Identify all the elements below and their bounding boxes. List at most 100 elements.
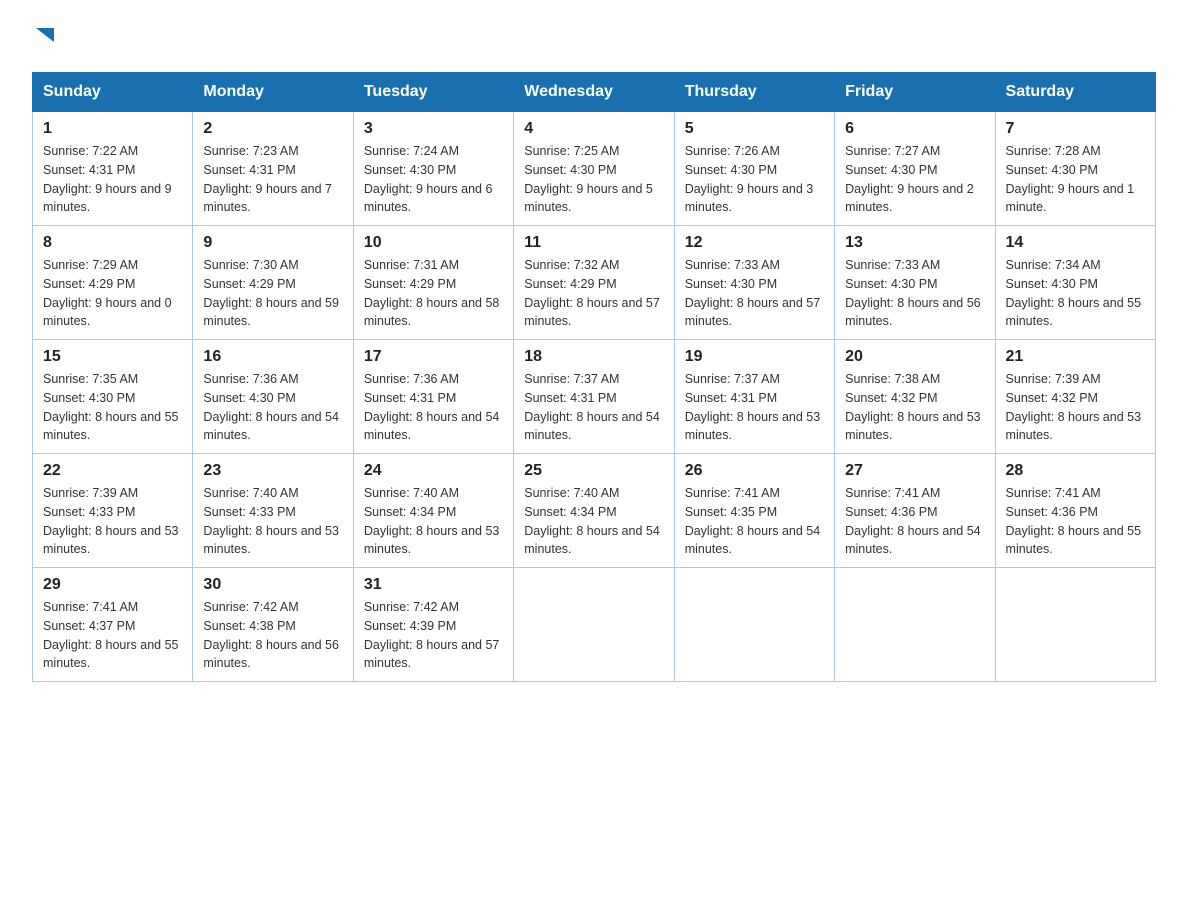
- page-header: [32, 24, 1156, 48]
- day-info: Sunrise: 7:40 AMSunset: 4:34 PMDaylight:…: [364, 484, 503, 559]
- day-info: Sunrise: 7:33 AMSunset: 4:30 PMDaylight:…: [685, 256, 824, 331]
- calendar-cell: [514, 568, 674, 682]
- day-info: Sunrise: 7:41 AMSunset: 4:35 PMDaylight:…: [685, 484, 824, 559]
- calendar-week-row: 22 Sunrise: 7:39 AMSunset: 4:33 PMDayligh…: [33, 454, 1156, 568]
- day-info: Sunrise: 7:28 AMSunset: 4:30 PMDaylight:…: [1006, 142, 1145, 217]
- day-number: 21: [1006, 348, 1145, 366]
- day-info: Sunrise: 7:23 AMSunset: 4:31 PMDaylight:…: [203, 142, 342, 217]
- calendar-cell: 30 Sunrise: 7:42 AMSunset: 4:38 PMDayligh…: [193, 568, 353, 682]
- day-number: 10: [364, 234, 503, 252]
- calendar-cell: 25Sunrise: 7:40 AMSunset: 4:34 PMDayligh…: [514, 454, 674, 568]
- calendar-cell: 4 Sunrise: 7:25 AMSunset: 4:30 PMDaylight…: [514, 112, 674, 226]
- day-info: Sunrise: 7:24 AMSunset: 4:30 PMDaylight:…: [364, 142, 503, 217]
- day-number: 14: [1006, 234, 1145, 252]
- calendar-week-row: 15 Sunrise: 7:35 AMSunset: 4:30 PMDayligh…: [33, 340, 1156, 454]
- day-number: 17: [364, 348, 503, 366]
- calendar-cell: 14 Sunrise: 7:34 AMSunset: 4:30 PMDayligh…: [995, 226, 1155, 340]
- day-number: 30: [203, 576, 342, 594]
- day-info: Sunrise: 7:22 AMSunset: 4:31 PMDaylight:…: [43, 142, 182, 217]
- logo: [32, 24, 56, 48]
- calendar-cell: 3 Sunrise: 7:24 AMSunset: 4:30 PMDaylight…: [353, 112, 513, 226]
- day-number: 1: [43, 120, 182, 138]
- header-cell-saturday: Saturday: [995, 73, 1155, 112]
- calendar-cell: 24 Sunrise: 7:40 AMSunset: 4:34 PMDayligh…: [353, 454, 513, 568]
- header-cell-monday: Monday: [193, 73, 353, 112]
- day-info: Sunrise: 7:39 AMSunset: 4:32 PMDaylight:…: [1006, 370, 1145, 445]
- calendar-cell: 13 Sunrise: 7:33 AMSunset: 4:30 PMDayligh…: [835, 226, 995, 340]
- day-number: 13: [845, 234, 984, 252]
- day-info: Sunrise: 7:42 AMSunset: 4:38 PMDaylight:…: [203, 598, 342, 673]
- day-number: 7: [1006, 120, 1145, 138]
- day-info: Sunrise: 7:36 AMSunset: 4:31 PMDaylight:…: [364, 370, 503, 445]
- day-number: 24: [364, 462, 503, 480]
- calendar-cell: 8Sunrise: 7:29 AMSunset: 4:29 PMDaylight…: [33, 226, 193, 340]
- header-row: SundayMondayTuesdayWednesdayThursdayFrid…: [33, 73, 1156, 112]
- header-cell-friday: Friday: [835, 73, 995, 112]
- day-info: Sunrise: 7:31 AMSunset: 4:29 PMDaylight:…: [364, 256, 503, 331]
- calendar-cell: 27 Sunrise: 7:41 AMSunset: 4:36 PMDayligh…: [835, 454, 995, 568]
- day-info: Sunrise: 7:33 AMSunset: 4:30 PMDaylight:…: [845, 256, 984, 331]
- calendar-cell: 9 Sunrise: 7:30 AMSunset: 4:29 PMDaylight…: [193, 226, 353, 340]
- calendar-cell: 31Sunrise: 7:42 AMSunset: 4:39 PMDayligh…: [353, 568, 513, 682]
- day-number: 3: [364, 120, 503, 138]
- day-info: Sunrise: 7:39 AMSunset: 4:33 PMDaylight:…: [43, 484, 182, 559]
- calendar-cell: 28 Sunrise: 7:41 AMSunset: 4:36 PMDayligh…: [995, 454, 1155, 568]
- calendar-cell: 2 Sunrise: 7:23 AMSunset: 4:31 PMDaylight…: [193, 112, 353, 226]
- day-number: 28: [1006, 462, 1145, 480]
- calendar-cell: 6 Sunrise: 7:27 AMSunset: 4:30 PMDaylight…: [835, 112, 995, 226]
- day-number: 22: [43, 462, 182, 480]
- day-number: 8: [43, 234, 182, 252]
- calendar-cell: 5 Sunrise: 7:26 AMSunset: 4:30 PMDaylight…: [674, 112, 834, 226]
- day-number: 4: [524, 120, 663, 138]
- day-info: Sunrise: 7:35 AMSunset: 4:30 PMDaylight:…: [43, 370, 182, 445]
- logo-arrow-icon: [34, 26, 56, 48]
- calendar-cell: 19Sunrise: 7:37 AMSunset: 4:31 PMDayligh…: [674, 340, 834, 454]
- day-number: 2: [203, 120, 342, 138]
- calendar-cell: 10 Sunrise: 7:31 AMSunset: 4:29 PMDayligh…: [353, 226, 513, 340]
- day-info: Sunrise: 7:40 AMSunset: 4:34 PMDaylight:…: [524, 484, 663, 559]
- calendar-week-row: 1 Sunrise: 7:22 AMSunset: 4:31 PMDaylight…: [33, 112, 1156, 226]
- calendar-cell: 15 Sunrise: 7:35 AMSunset: 4:30 PMDayligh…: [33, 340, 193, 454]
- day-info: Sunrise: 7:25 AMSunset: 4:30 PMDaylight:…: [524, 142, 663, 217]
- calendar-cell: 11Sunrise: 7:32 AMSunset: 4:29 PMDayligh…: [514, 226, 674, 340]
- calendar-body: 1 Sunrise: 7:22 AMSunset: 4:31 PMDaylight…: [33, 112, 1156, 682]
- day-number: 29: [43, 576, 182, 594]
- day-number: 31: [364, 576, 503, 594]
- calendar-cell: 7 Sunrise: 7:28 AMSunset: 4:30 PMDaylight…: [995, 112, 1155, 226]
- header-cell-sunday: Sunday: [33, 73, 193, 112]
- day-number: 23: [203, 462, 342, 480]
- calendar-table: SundayMondayTuesdayWednesdayThursdayFrid…: [32, 72, 1156, 682]
- day-info: Sunrise: 7:27 AMSunset: 4:30 PMDaylight:…: [845, 142, 984, 217]
- day-number: 19: [685, 348, 824, 366]
- day-info: Sunrise: 7:32 AMSunset: 4:29 PMDaylight:…: [524, 256, 663, 331]
- day-info: Sunrise: 7:37 AMSunset: 4:31 PMDaylight:…: [524, 370, 663, 445]
- day-info: Sunrise: 7:41 AMSunset: 4:36 PMDaylight:…: [1006, 484, 1145, 559]
- day-number: 12: [685, 234, 824, 252]
- day-number: 9: [203, 234, 342, 252]
- day-number: 15: [43, 348, 182, 366]
- day-number: 20: [845, 348, 984, 366]
- calendar-header: SundayMondayTuesdayWednesdayThursdayFrid…: [33, 73, 1156, 112]
- day-info: Sunrise: 7:26 AMSunset: 4:30 PMDaylight:…: [685, 142, 824, 217]
- day-info: Sunrise: 7:30 AMSunset: 4:29 PMDaylight:…: [203, 256, 342, 331]
- day-number: 5: [685, 120, 824, 138]
- calendar-cell: 16Sunrise: 7:36 AMSunset: 4:30 PMDayligh…: [193, 340, 353, 454]
- day-number: 27: [845, 462, 984, 480]
- calendar-cell: 18 Sunrise: 7:37 AMSunset: 4:31 PMDayligh…: [514, 340, 674, 454]
- day-info: Sunrise: 7:41 AMSunset: 4:36 PMDaylight:…: [845, 484, 984, 559]
- calendar-cell: 12 Sunrise: 7:33 AMSunset: 4:30 PMDayligh…: [674, 226, 834, 340]
- calendar-cell: 1 Sunrise: 7:22 AMSunset: 4:31 PMDaylight…: [33, 112, 193, 226]
- calendar-cell: 21 Sunrise: 7:39 AMSunset: 4:32 PMDayligh…: [995, 340, 1155, 454]
- header-cell-thursday: Thursday: [674, 73, 834, 112]
- day-info: Sunrise: 7:40 AMSunset: 4:33 PMDaylight:…: [203, 484, 342, 559]
- day-number: 18: [524, 348, 663, 366]
- calendar-cell: 17 Sunrise: 7:36 AMSunset: 4:31 PMDayligh…: [353, 340, 513, 454]
- day-info: Sunrise: 7:34 AMSunset: 4:30 PMDaylight:…: [1006, 256, 1145, 331]
- day-number: 26: [685, 462, 824, 480]
- calendar-cell: [674, 568, 834, 682]
- calendar-cell: 29Sunrise: 7:41 AMSunset: 4:37 PMDayligh…: [33, 568, 193, 682]
- day-number: 6: [845, 120, 984, 138]
- header-cell-tuesday: Tuesday: [353, 73, 513, 112]
- calendar-cell: 22 Sunrise: 7:39 AMSunset: 4:33 PMDayligh…: [33, 454, 193, 568]
- calendar-cell: 20Sunrise: 7:38 AMSunset: 4:32 PMDayligh…: [835, 340, 995, 454]
